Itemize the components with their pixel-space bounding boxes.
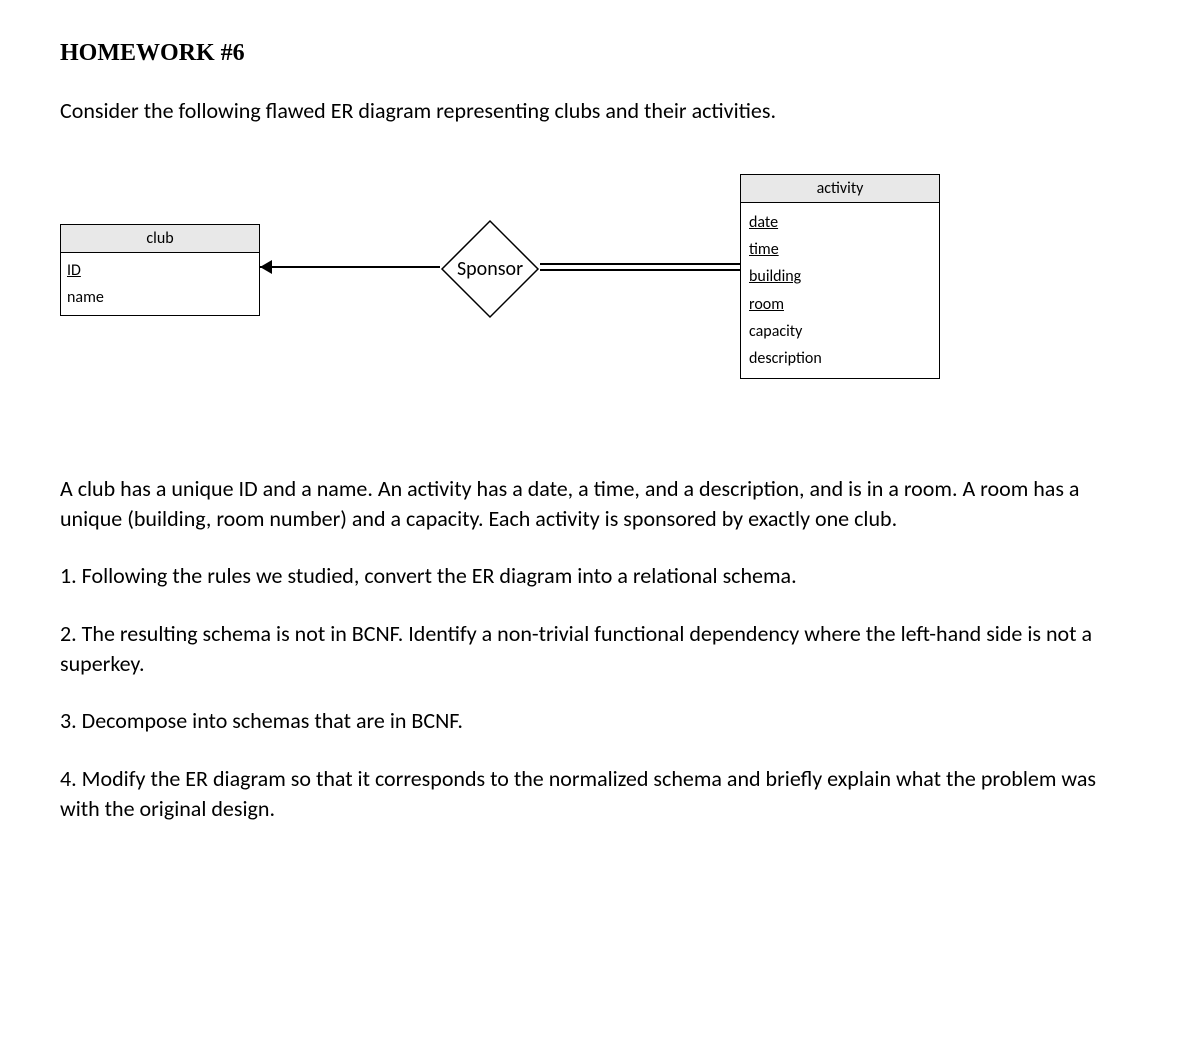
entity-activity: activity date time building room capacit…: [740, 174, 940, 379]
relationship-label: Sponsor: [457, 257, 523, 281]
activity-attr-date: date: [749, 209, 931, 236]
description-paragraph: A club has a unique ID and a name. An ac…: [60, 474, 1140, 533]
club-attr-name: name: [67, 284, 253, 311]
activity-attr-capacity: capacity: [749, 318, 931, 345]
entity-activity-header: activity: [741, 175, 939, 203]
entity-activity-body: date time building room capacity descrip…: [741, 203, 939, 378]
activity-attr-building: building: [749, 263, 931, 290]
question-1: 1. Following the rules we studied, conve…: [60, 561, 1140, 591]
er-diagram: club ID name Sponsor activity date time …: [60, 174, 1140, 434]
question-4: 4. Modify the ER diagram so that it corr…: [60, 764, 1140, 823]
club-attr-id: ID: [67, 257, 253, 284]
connector-club-sponsor: [260, 266, 440, 268]
activity-attr-room: room: [749, 291, 931, 318]
activity-attr-time: time: [749, 236, 931, 263]
connector-sponsor-activity: [540, 263, 740, 271]
question-2: 2. The resulting schema is not in BCNF. …: [60, 619, 1140, 678]
activity-attr-description: description: [749, 345, 931, 372]
entity-club: club ID name: [60, 224, 260, 316]
question-3: 3. Decompose into schemas that are in BC…: [60, 706, 1140, 736]
relationship-sponsor: Sponsor: [440, 219, 540, 319]
arrow-icon: [260, 260, 272, 274]
intro-text: Consider the following flawed ER diagram…: [60, 97, 1140, 124]
entity-club-header: club: [61, 225, 259, 253]
homework-title: HOMEWORK #6: [60, 40, 1140, 67]
entity-club-body: ID name: [61, 253, 259, 315]
